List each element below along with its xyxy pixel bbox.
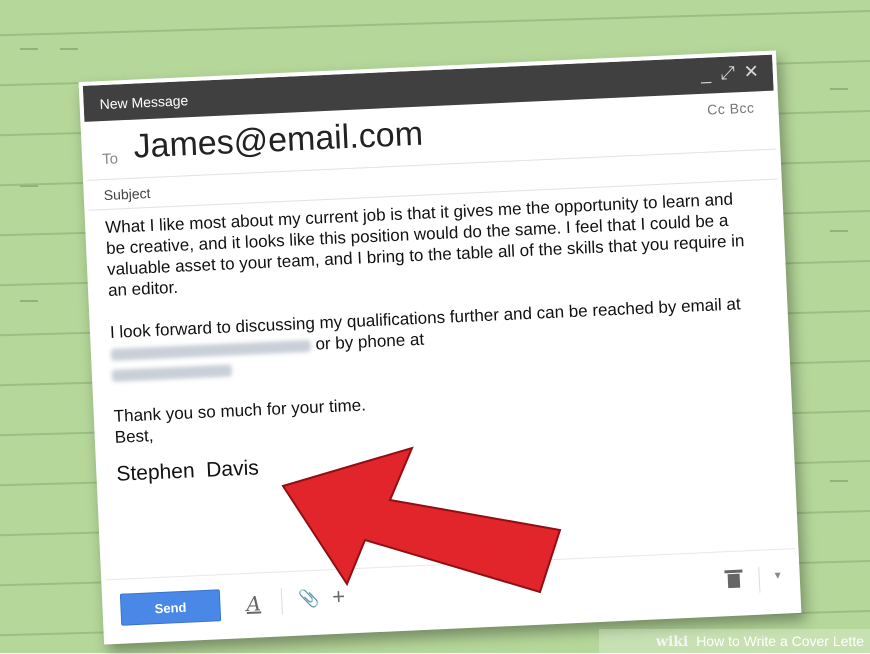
- wikihow-logo: wiki: [655, 634, 689, 650]
- arrow-shape: [281, 446, 562, 594]
- watermark: wiki How to Write a Cover Lette: [599, 629, 870, 653]
- watermark-text: How to Write a Cover Lette: [696, 633, 864, 649]
- red-arrow-pointer: [281, 446, 562, 594]
